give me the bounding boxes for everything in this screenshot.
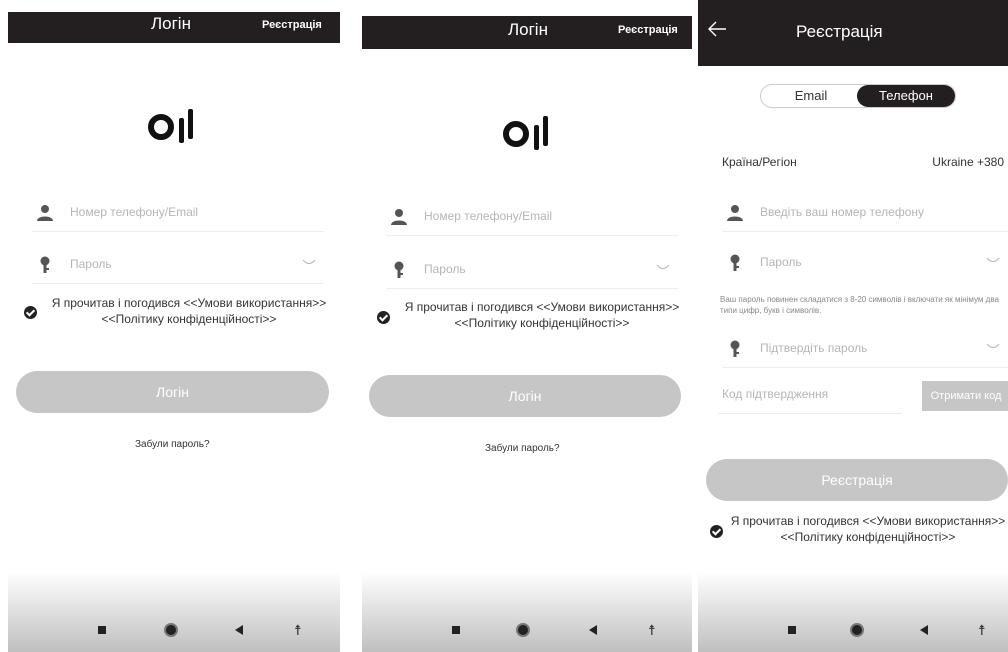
- user-icon: [37, 205, 53, 221]
- login-screen-1: Логін Реєстрація Номер телефону/Email Па…: [8, 12, 340, 652]
- key-icon: [730, 340, 740, 357]
- page-title: Реєстрація: [796, 22, 883, 41]
- page-title: Логін: [508, 20, 548, 39]
- user-icon: [727, 205, 743, 221]
- key-icon: [40, 256, 50, 273]
- top-bar: Реєстрація: [698, 0, 1008, 66]
- system-nav-bar: ☨: [698, 608, 1008, 652]
- recents-icon[interactable]: [452, 626, 460, 634]
- password-placeholder: Пароль: [70, 257, 112, 271]
- tab-phone[interactable]: Телефон: [857, 85, 955, 107]
- page-title: Логін: [151, 14, 191, 33]
- register-link[interactable]: Реєстрація: [618, 24, 678, 36]
- system-nav-bar: ☨: [8, 608, 340, 652]
- terms-line-1[interactable]: Я прочитав і погодився <<Умови використа…: [24, 295, 334, 311]
- phone-email-placeholder: Номер телефону/Email: [70, 205, 199, 219]
- password-input[interactable]: Пароль: [722, 242, 1008, 282]
- phone-email-field[interactable]: Номер телефону/Email: [386, 196, 678, 236]
- password-placeholder: Пароль: [760, 255, 802, 269]
- key-icon: [730, 254, 740, 271]
- user-icon: [391, 209, 407, 225]
- top-bar: Логін Реєстрація: [362, 16, 692, 49]
- terms-line-2[interactable]: <<Політику конфіденційності>>: [374, 315, 690, 331]
- phone-input[interactable]: Введіть ваш номер телефону: [722, 192, 1008, 232]
- terms-agreement: Я прочитав і погодився <<Умови використа…: [374, 299, 690, 331]
- password-placeholder: Пароль: [424, 262, 466, 276]
- confirm-password-input[interactable]: Підтвердіть пароль: [722, 328, 1008, 368]
- home-icon[interactable]: [164, 623, 178, 637]
- back-icon[interactable]: [589, 625, 597, 635]
- eye-closed-icon[interactable]: [656, 264, 670, 272]
- register-screen: Реєстрація Email Телефон Країна/Регіон U…: [698, 0, 1008, 652]
- phone-email-placeholder: Номер телефону/Email: [424, 209, 553, 223]
- top-bar: Логін Реєстрація: [8, 12, 340, 43]
- login-button[interactable]: Логін: [369, 375, 681, 417]
- eye-closed-icon[interactable]: [986, 257, 1000, 265]
- gap: [340, 0, 362, 652]
- accessibility-icon[interactable]: ☨: [294, 622, 302, 639]
- home-icon[interactable]: [516, 623, 530, 637]
- app-logo: [503, 116, 563, 150]
- forgot-password-link[interactable]: Забули пароль?: [485, 443, 560, 454]
- forgot-password-link[interactable]: Забули пароль?: [135, 439, 210, 450]
- accessibility-icon[interactable]: ☨: [978, 622, 986, 639]
- accessibility-icon[interactable]: ☨: [648, 622, 656, 639]
- back-icon[interactable]: [235, 625, 243, 635]
- terms-line-1[interactable]: Я прочитав і погодився <<Умови використа…: [710, 513, 1008, 529]
- confirm-password-placeholder: Підтвердіть пароль: [760, 341, 868, 355]
- back-icon[interactable]: [920, 625, 928, 635]
- recents-icon[interactable]: [98, 626, 106, 634]
- check-circle-icon[interactable]: [710, 525, 723, 538]
- check-circle-icon[interactable]: [377, 311, 390, 324]
- check-circle-icon[interactable]: [24, 306, 37, 319]
- back-arrow-icon[interactable]: [706, 18, 728, 40]
- password-field[interactable]: Пароль: [386, 249, 678, 289]
- tab-email[interactable]: Email: [761, 85, 861, 107]
- app-logo: [148, 109, 208, 143]
- terms-agreement: Я прочитав і погодився <<Умови використа…: [24, 295, 334, 327]
- country-value: Ukraine +380: [932, 155, 1004, 169]
- register-link[interactable]: Реєстрація: [262, 19, 322, 31]
- eye-closed-icon[interactable]: [986, 343, 1000, 351]
- phone-email-field[interactable]: Номер телефону/Email: [32, 192, 324, 232]
- recents-icon[interactable]: [788, 626, 796, 634]
- get-code-button[interactable]: Отримати код: [922, 381, 1008, 411]
- password-field[interactable]: Пароль: [32, 244, 324, 284]
- country-label: Країна/Регіон: [722, 155, 797, 169]
- terms-line-2[interactable]: <<Політику конфіденційності>>: [710, 529, 1008, 545]
- login-screen-2: Логін Реєстрація Номер телефону/Email Па…: [362, 16, 692, 652]
- key-icon: [394, 261, 404, 278]
- password-hint: Ваш пароль повинен складатися з 8-20 сим…: [720, 295, 999, 315]
- terms-agreement: Я прочитав і погодився <<Умови використа…: [710, 513, 1008, 545]
- system-nav-bar: ☨: [362, 608, 692, 652]
- code-placeholder: Код підтвердження: [722, 387, 829, 401]
- register-method-toggle: Email Телефон: [760, 84, 956, 108]
- terms-line-2[interactable]: <<Політику конфіденційності>>: [24, 311, 334, 327]
- terms-line-1[interactable]: Я прочитав і погодився <<Умови використа…: [374, 299, 690, 315]
- login-button[interactable]: Логін: [16, 371, 329, 413]
- verification-code-input[interactable]: Код підтвердження: [718, 374, 902, 414]
- home-icon[interactable]: [850, 623, 864, 637]
- register-button[interactable]: Реєстрація: [706, 459, 1008, 501]
- country-region-row[interactable]: Країна/Регіон Ukraine +380: [718, 142, 1008, 182]
- eye-closed-icon[interactable]: [302, 259, 316, 267]
- phone-placeholder: Введіть ваш номер телефону: [760, 205, 924, 219]
